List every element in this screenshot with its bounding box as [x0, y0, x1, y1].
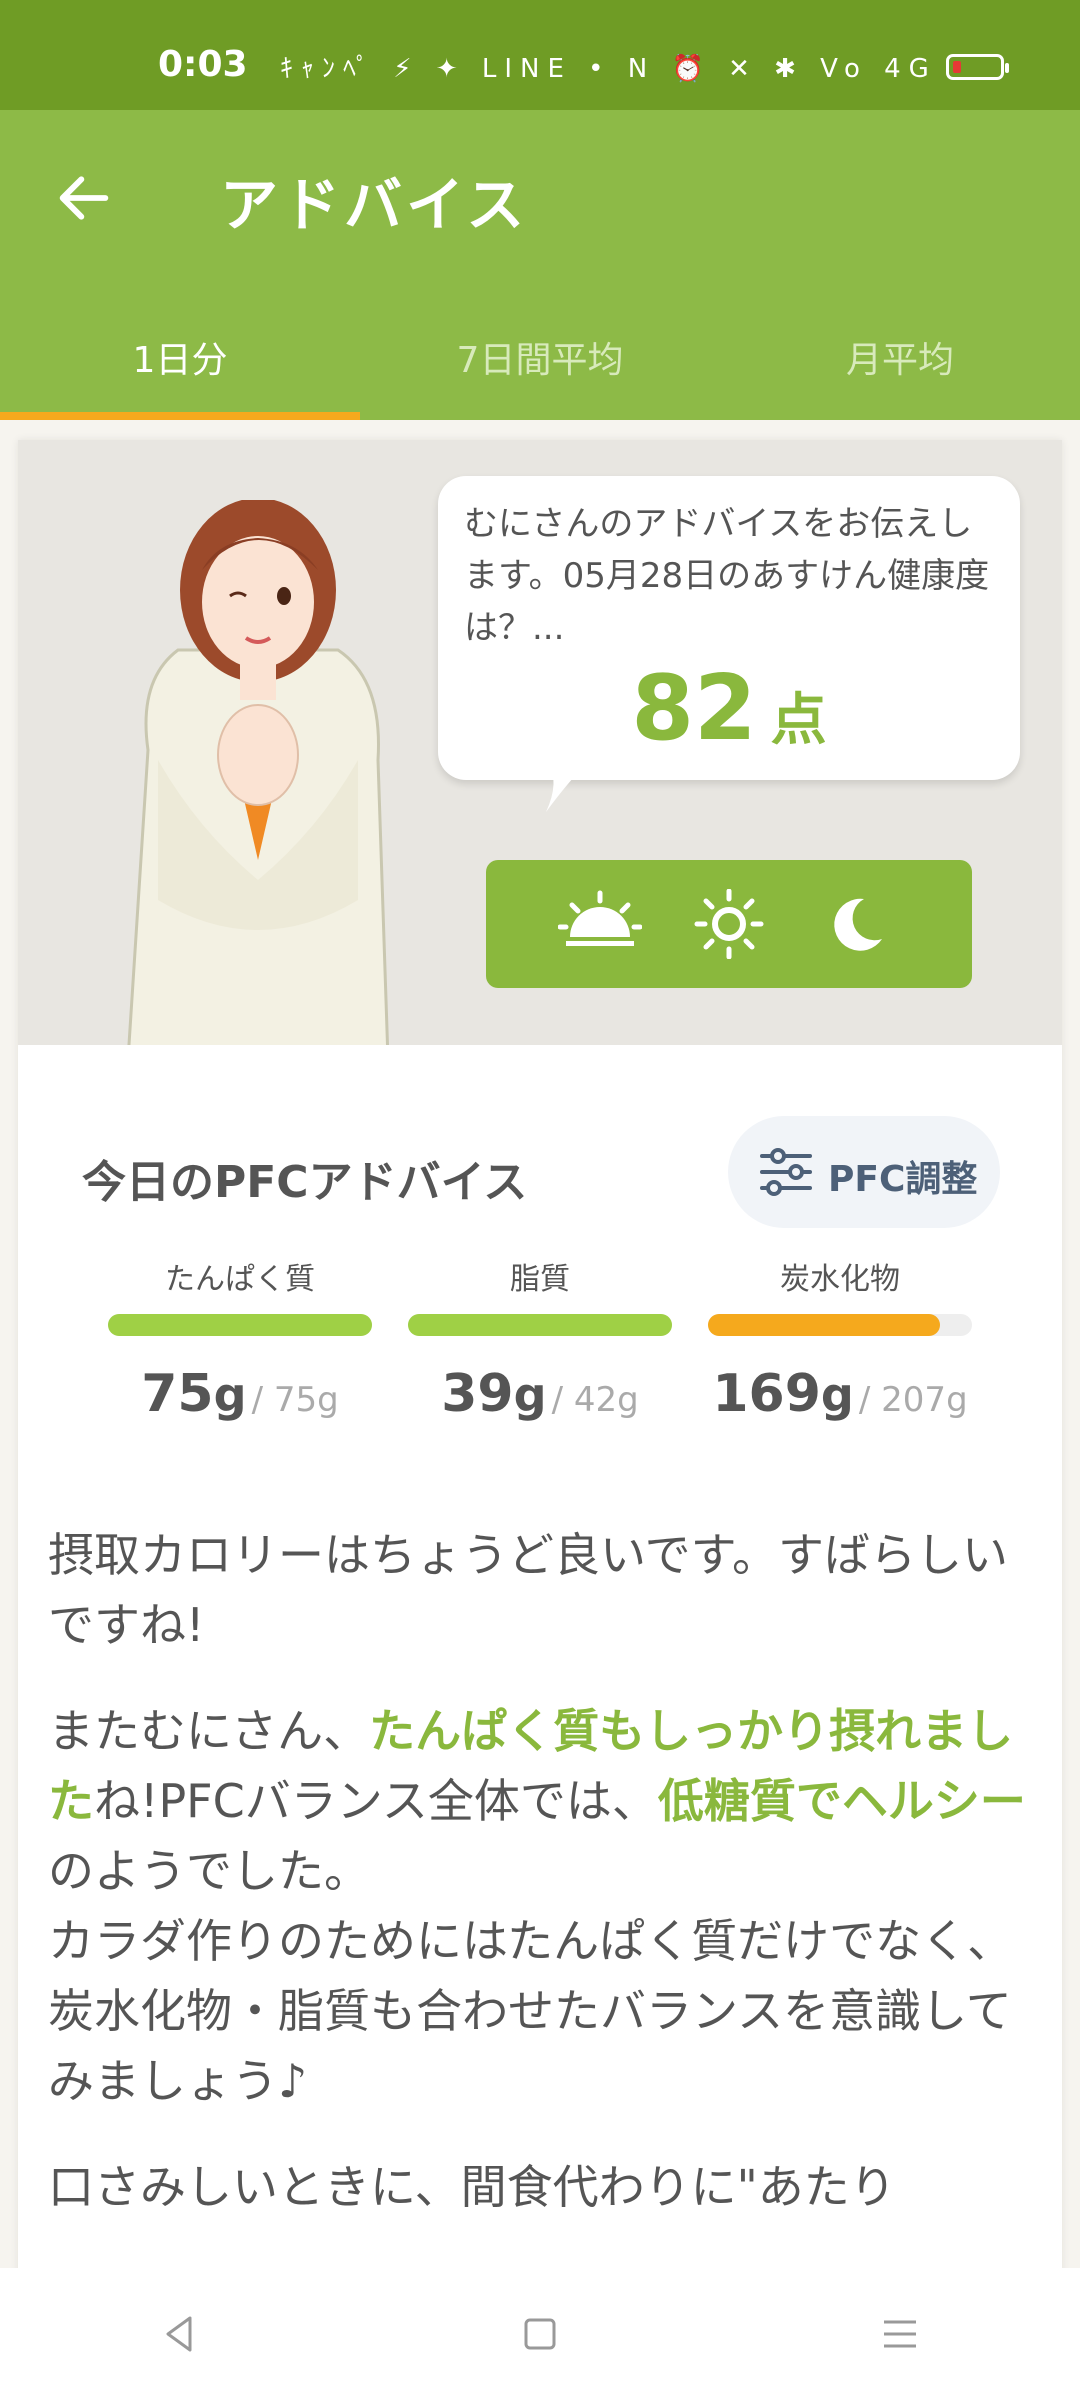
- back-nav-icon[interactable]: [158, 2312, 202, 2356]
- macro-label: 炭水化物: [780, 1262, 900, 1297]
- status-icons: ｷｬﾝﾍﾟ ⚡ ✦ LINE • N ⏰ ✕ ✱ Vo 4G: [280, 54, 937, 84]
- meal-time-selector: [486, 860, 972, 988]
- app-bar: アドバイス 1日分 7日間平均 月平均: [0, 110, 1080, 420]
- pfc-advice-title: 今日のPFCアドバイス: [82, 1157, 528, 1208]
- advice-paragraph: またむにさん、たんぱく質もしっかり摂れましたね!PFCバランス全体では、低糖質で…: [48, 1704, 1026, 2108]
- tab-7day-average[interactable]: 7日間平均: [360, 316, 720, 420]
- macro-label: たんぱく質: [165, 1262, 315, 1297]
- macro-value: 39: [441, 1364, 514, 1424]
- home-nav-icon[interactable]: [518, 2312, 562, 2356]
- sun-icon[interactable]: [687, 889, 771, 959]
- status-bar: 0:03 ｷｬﾝﾍﾟ ⚡ ✦ LINE • N ⏰ ✕ ✱ Vo 4G: [0, 0, 1080, 110]
- advice-speech-bubble: むにさんのアドバイスをお伝えします。05月28日のあすけん健康度は？... 82…: [438, 476, 1020, 812]
- pfc-adjust-button[interactable]: PFC調整: [728, 1116, 1000, 1228]
- sunrise-icon[interactable]: [558, 889, 643, 959]
- advice-card: むにさんのアドバイスをお伝えします。05月28日のあすけん健康度は？... 82…: [18, 440, 1062, 2400]
- advice-intro-text: むにさんのアドバイスをお伝えします。05月28日のあすけん健康度は？...: [464, 504, 990, 648]
- speech-bubble-tail: [546, 762, 588, 812]
- menu-nav-icon[interactable]: [878, 2312, 922, 2356]
- macro-carbs: 炭水化物 169g / 207g: [708, 1254, 972, 1424]
- macro-label: 脂質: [510, 1262, 570, 1297]
- page-title: アドバイス: [220, 171, 529, 239]
- tab-daily[interactable]: 1日分: [0, 316, 360, 420]
- tab-monthly-average[interactable]: 月平均: [720, 316, 1080, 420]
- macro-unit: g: [820, 1368, 854, 1422]
- macro-value: 75: [141, 1364, 214, 1424]
- advice-paragraph: 口さみしいときに、間食代わりに"あたり: [48, 2160, 896, 2214]
- macro-target: / 42g: [551, 1380, 639, 1420]
- macro-value: 169: [712, 1364, 821, 1424]
- battery-icon: [946, 54, 1009, 80]
- moon-icon[interactable]: [816, 889, 900, 959]
- tab-bar: 1日分 7日間平均 月平均: [0, 316, 1080, 420]
- macro-unit: g: [213, 1368, 247, 1422]
- health-score-value: 82: [631, 656, 757, 761]
- advisor-illustration: [127, 500, 390, 1045]
- advice-paragraph: 摂取カロリーはちょうど良いです。すばらしいですね!: [48, 1528, 1009, 1652]
- system-nav-bar: [0, 2268, 1080, 2400]
- status-time: 0:03: [158, 44, 248, 85]
- macro-target: / 75g: [251, 1380, 339, 1420]
- advice-hero: むにさんのアドバイスをお伝えします。05月28日のあすけん健康度は？... 82…: [18, 440, 1062, 1045]
- health-score-unit: 点: [770, 688, 827, 753]
- macro-fat: 脂質 39g / 42g: [408, 1254, 672, 1424]
- macro-progress-bar: [108, 1314, 372, 1336]
- highlight-text: 低糖質でヘルシー: [657, 1774, 1026, 1828]
- macro-protein: たんぱく質 75g / 75g: [108, 1254, 372, 1424]
- macro-target: / 207g: [858, 1380, 968, 1420]
- health-score: 82 点: [438, 656, 1020, 761]
- back-arrow-icon[interactable]: [52, 166, 116, 230]
- advice-body: 摂取カロリーはちょうど良いです。すばらしいですね! またむにさん、たんぱく質もし…: [48, 1520, 1038, 2258]
- macro-progress-bar: [408, 1314, 672, 1336]
- macro-unit: g: [513, 1368, 547, 1422]
- macro-progress-bar: [708, 1314, 972, 1336]
- sliders-icon: [760, 1148, 812, 1196]
- pfc-adjust-label: PFC調整: [828, 1159, 978, 1200]
